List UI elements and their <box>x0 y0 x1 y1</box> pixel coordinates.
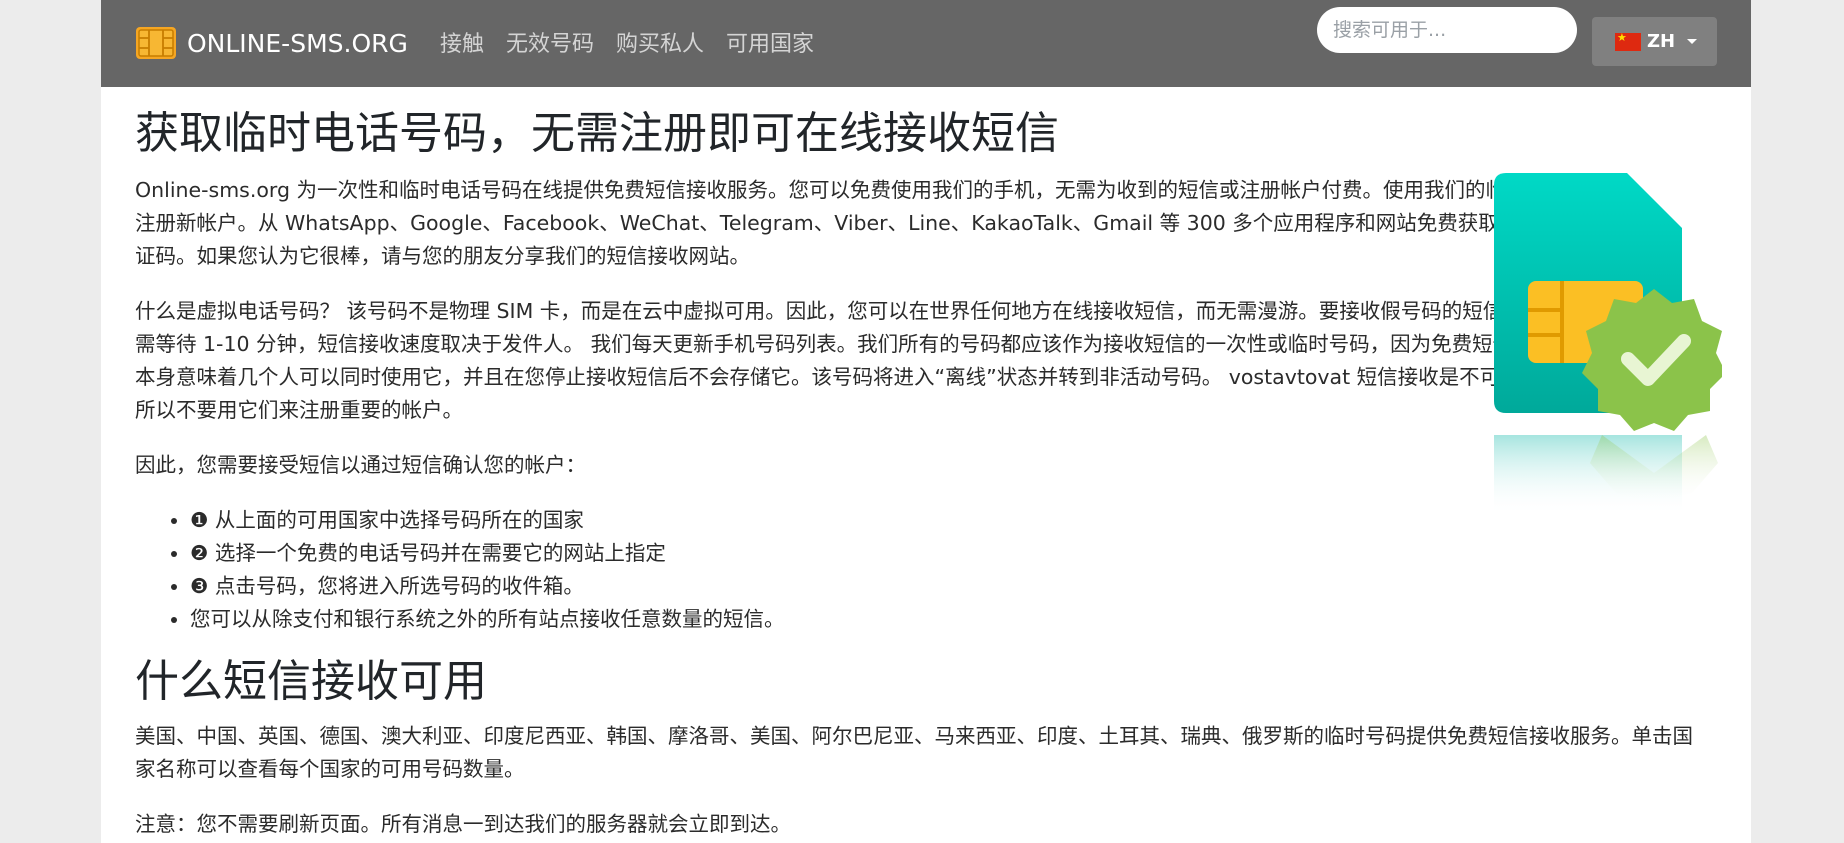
language-code: ZH <box>1647 31 1676 52</box>
search-input[interactable] <box>1317 7 1577 53</box>
intro-paragraph-1: Online-sms.org 为一次性和临时电话号码在线提供免费短信接收服务。您… <box>135 178 1568 268</box>
brand-name: ONLINE-SMS.ORG <box>187 28 408 58</box>
china-flag-icon <box>1615 31 1641 51</box>
language-dropdown-button[interactable]: ZH <box>1592 17 1717 66</box>
nav-link-available-countries[interactable]: 可用国家 <box>726 26 814 58</box>
intro-paragraph-2: 什么是虚拟电话号码？ 该号码不是物理 SIM 卡，而是在云中虚拟可用。因此，您可… <box>135 299 1575 422</box>
navbar: ONLINE-SMS.ORG 接触 无效号码 购买私人 可用国家 ZH <box>101 0 1751 87</box>
available-paragraph: 美国、中国、英国、德国、澳大利亚、印度尼西亚、韩国、摩洛哥、美国、阿尔巴尼亚、马… <box>135 724 1693 781</box>
intro-paragraph-3: 因此，您需要接受短信以通过短信确认您的帐户： <box>135 453 586 477</box>
list-item: 您可以从除支付和银行系统之外的所有站点接收任意数量的短信。 <box>190 603 1725 636</box>
page-title: 获取临时电话号码，无需注册即可在线接收短信 <box>135 108 1059 159</box>
nav-link-contact[interactable]: 接触 <box>440 26 484 58</box>
section-title-available: 什么短信接收可用 <box>135 656 487 707</box>
nav-links: 接触 无效号码 购买私人 可用国家 <box>440 26 836 58</box>
sim-card-verified-illustration <box>1494 173 1722 515</box>
main-content: 获取临时电话号码，无需注册即可在线接收短信 Online-sms.org 为一次… <box>135 106 1725 843</box>
list-item: ❸ 点击号码，您将进入所选号码的收件箱。 <box>190 570 1725 603</box>
brand-link[interactable]: ONLINE-SMS.ORG <box>135 25 408 61</box>
sim-card-logo-icon <box>136 27 176 59</box>
nav-link-invalid-numbers[interactable]: 无效号码 <box>506 26 594 58</box>
note-paragraph: 注意：您不需要刷新页面。所有消息一到达我们的服务器就会立即到达。 <box>135 812 791 836</box>
caret-down-icon <box>1687 39 1698 44</box>
page-container: ONLINE-SMS.ORG 接触 无效号码 购买私人 可用国家 ZH 获取临时… <box>101 0 1751 843</box>
nav-link-buy-private[interactable]: 购买私人 <box>616 26 704 58</box>
